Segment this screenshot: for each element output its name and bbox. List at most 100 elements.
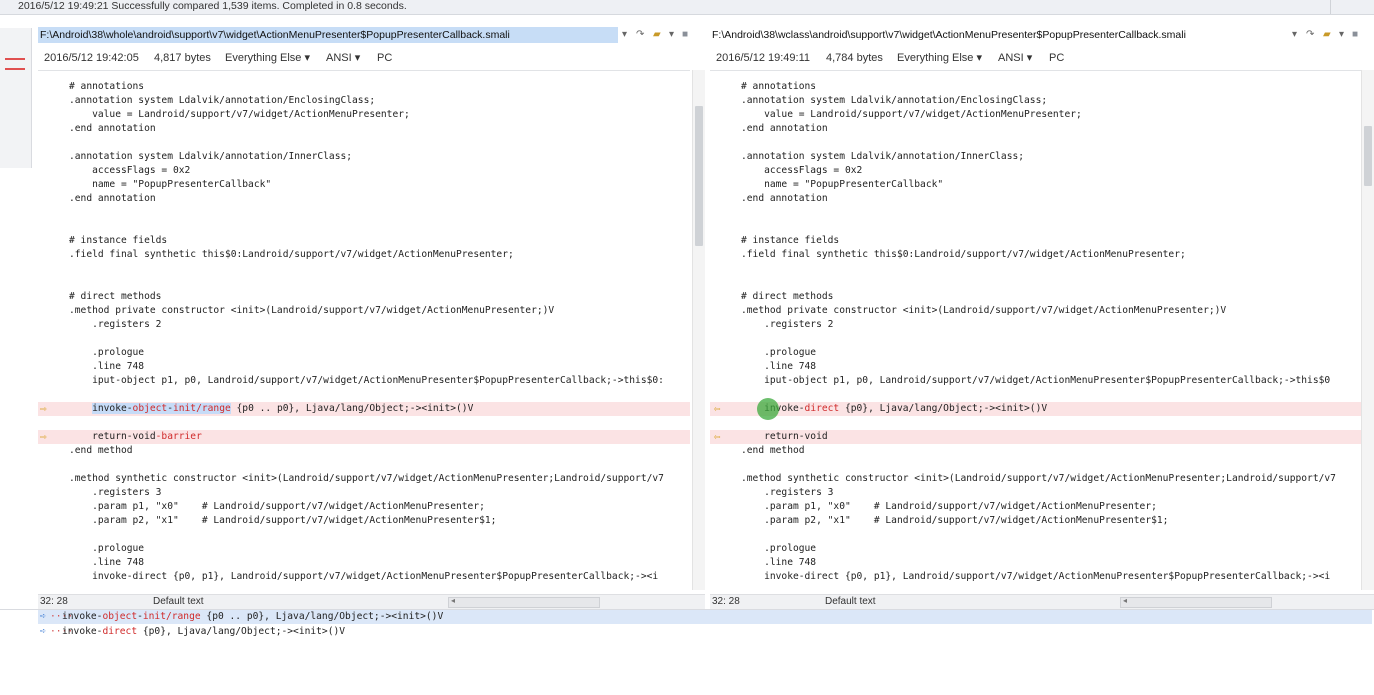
mouse-cursor-indicator [757, 398, 779, 420]
path-dropdown-icon[interactable]: ▾ [1292, 29, 1297, 41]
path-dropdown-icon[interactable]: ▾ [622, 29, 627, 41]
code-text: # direct methods [741, 291, 834, 302]
code-text: .annotation system Ldalvik/annotation/En… [741, 95, 1048, 106]
code-text: .method synthetic constructor <init>(Lan… [69, 473, 664, 484]
right-format-select[interactable]: Everything Else ▾ [897, 50, 982, 66]
line-detail-right-text: invoke-direct {p0}, Ljava/lang/Object;->… [62, 626, 346, 637]
code-text: # instance fields [741, 235, 840, 246]
code-text: name = "PopupPresenterCallback" [741, 179, 944, 190]
diff-overview-strip[interactable] [0, 28, 32, 168]
left-horizontal-scrollbar[interactable]: ◂ [448, 596, 600, 608]
right-horizontal-scrollbar[interactable]: ◂ [1120, 596, 1272, 608]
code-text: .registers 3 [69, 487, 162, 498]
code-text: .registers 2 [69, 319, 162, 330]
right-filesize: 4,784 bytes [826, 52, 883, 64]
swap-icon[interactable]: ↷ [636, 29, 644, 41]
left-timestamp: 2016/5/12 19:42:05 [44, 52, 139, 64]
left-code-view[interactable]: # annotations .annotation system Ldalvik/… [38, 70, 690, 591]
status-log-button[interactable] [1330, 0, 1361, 14]
code-text: .end annotation [741, 193, 828, 204]
save-disk-icon[interactable]: ■ [682, 29, 688, 41]
code-text: .registers 2 [741, 319, 834, 330]
code-text: # annotations [741, 81, 817, 92]
code-text: .method private constructor <init>(Landr… [741, 305, 1227, 316]
right-vertical-scrollbar[interactable] [1361, 70, 1374, 590]
code-text: .annotation system Ldalvik/annotation/En… [69, 95, 376, 106]
code-text: value = Landroid/support/v7/widget/Actio… [69, 109, 410, 120]
left-encoding-select[interactable]: ANSI ▾ [326, 50, 360, 66]
folder-open-icon[interactable]: ▰ [1323, 29, 1331, 41]
line-detail-right[interactable]: ➪ ···· invoke-direct {p0}, Ljava/lang/Ob… [38, 625, 345, 639]
left-file-pane: F:\Android\38\whole\android\support\v7\w… [38, 26, 705, 609]
code-text: # direct methods [69, 291, 162, 302]
left-filesize: 4,817 bytes [154, 52, 211, 64]
code-text: .field final synthetic this$0:Landroid/s… [741, 249, 1186, 260]
code-text: .param p2, "x1" # Landroid/support/v7/wi… [741, 515, 1169, 526]
right-cursor-position: 32: 28 [712, 596, 740, 607]
code-text: accessFlags = 0x2 [69, 165, 191, 176]
diff-marker [5, 68, 25, 70]
code-text: .end method [741, 445, 805, 456]
save-disk-icon[interactable]: ■ [1352, 29, 1358, 41]
arrow-left-icon[interactable]: ⇦ [714, 402, 728, 416]
right-path-field[interactable]: F:\Android\38\wclass\android\support\v7\… [710, 27, 1290, 43]
left-encoding-label: ANSI [326, 52, 352, 64]
arrow-right-icon: ➪ [40, 626, 47, 637]
code-text: .line 748 [69, 361, 145, 372]
code-text: return-void-barrier [69, 431, 202, 442]
code-text: .line 748 [69, 557, 145, 568]
code-text: .param p1, "x0" # Landroid/support/v7/wi… [69, 501, 485, 512]
folder-open-icon[interactable]: ▰ [653, 29, 661, 41]
code-text: .end annotation [69, 123, 156, 134]
code-text: .field final synthetic this$0:Landroid/s… [69, 249, 514, 260]
arrow-right-icon: ➪ [40, 611, 47, 622]
code-text: .method private constructor <init>(Landr… [69, 305, 555, 316]
code-text: accessFlags = 0x2 [741, 165, 863, 176]
diff-line[interactable]: ⇨ return-void-barrier [38, 430, 690, 444]
right-encoding-select[interactable]: ANSI ▾ [998, 50, 1032, 66]
code-text: invoke-direct {p0, p1}, Landroid/support… [69, 571, 659, 582]
code-text: name = "PopupPresenterCallback" [69, 179, 272, 190]
right-code-view[interactable]: # annotations .annotation system Ldalvik/… [710, 70, 1362, 591]
left-path-field[interactable]: F:\Android\38\whole\android\support\v7\w… [38, 27, 618, 43]
right-encoding-label: ANSI [998, 52, 1024, 64]
arrow-right-icon[interactable]: ⇨ [40, 430, 54, 444]
arrow-right-icon[interactable]: ⇨ [40, 402, 54, 416]
code-text: value = Landroid/support/v7/widget/Actio… [741, 109, 1082, 120]
code-text: .prologue [69, 543, 145, 554]
code-text: .param p1, "x0" # Landroid/support/v7/wi… [741, 501, 1157, 512]
code-text: .end method [69, 445, 133, 456]
code-text: .prologue [741, 347, 817, 358]
right-status-encoding: Default text [825, 596, 876, 607]
scroll-left-arrow-icon[interactable]: ◂ [1123, 596, 1127, 605]
swap-icon[interactable]: ↷ [1306, 29, 1314, 41]
folder-dropdown-icon[interactable]: ▾ [669, 29, 674, 41]
code-text: return-void [741, 431, 828, 442]
code-text: # instance fields [69, 235, 168, 246]
arrow-left-icon[interactable]: ⇦ [714, 430, 728, 444]
right-status-row: 32: 28 Default text ◂ [710, 594, 1374, 609]
scroll-left-arrow-icon[interactable]: ◂ [451, 596, 455, 605]
status-bar: 2016/5/12 19:49:21 Successfully compared… [0, 0, 1374, 15]
left-format-select[interactable]: Everything Else ▾ [225, 50, 310, 66]
left-vertical-scrollbar[interactable] [692, 70, 705, 590]
line-detail-panel: ➪ ···· invoke-object-init/range {p0 .. p… [0, 609, 1374, 645]
scroll-thumb[interactable] [695, 106, 703, 246]
code-text: .param p2, "x1" # Landroid/support/v7/wi… [69, 515, 497, 526]
left-cursor-position: 32: 28 [40, 596, 68, 607]
right-file-pane: F:\Android\38\wclass\android\support\v7\… [710, 26, 1374, 609]
line-detail-left[interactable]: ➪ ···· invoke-object-init/range {p0 .. p… [38, 610, 1372, 624]
code-text: .registers 3 [741, 487, 834, 498]
left-info-row: 2016/5/12 19:42:05 4,817 bytes Everythin… [38, 50, 705, 66]
scroll-thumb[interactable] [1364, 126, 1372, 186]
diff-line[interactable]: ⇨ invoke-object-init/range {p0 .. p0}, L… [38, 402, 690, 416]
diff-line[interactable]: ⇦ return-void [710, 430, 1362, 444]
left-path-row: F:\Android\38\whole\android\support\v7\w… [38, 26, 705, 46]
right-path-row: F:\Android\38\wclass\android\support\v7\… [710, 26, 1374, 46]
code-text: .end annotation [69, 193, 156, 204]
folder-dropdown-icon[interactable]: ▾ [1339, 29, 1344, 41]
code-text: .prologue [69, 347, 145, 358]
code-text: invoke-direct {p0, p1}, Landroid/support… [741, 571, 1331, 582]
code-text: .line 748 [741, 557, 817, 568]
diff-line[interactable]: ⇦ invoke-direct {p0}, Ljava/lang/Object;… [710, 398, 1362, 420]
